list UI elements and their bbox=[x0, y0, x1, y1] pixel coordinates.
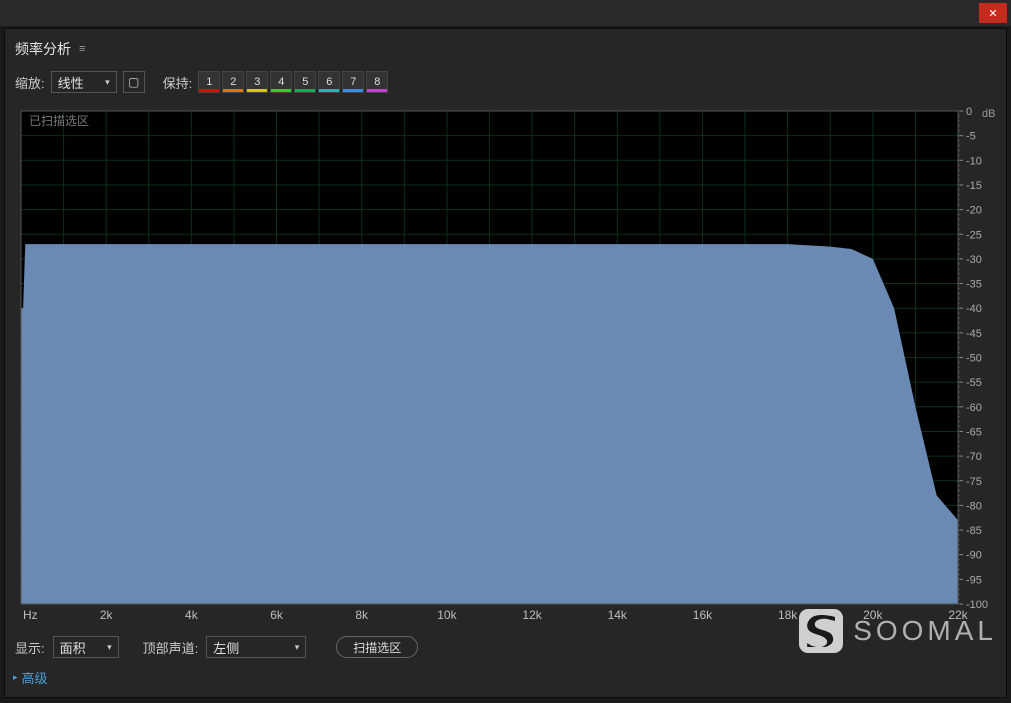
svg-text:10k: 10k bbox=[437, 608, 457, 622]
close-icon: ✕ bbox=[988, 7, 997, 20]
svg-text:-80: -80 bbox=[966, 500, 982, 512]
show-value: 面积 bbox=[60, 638, 86, 657]
frequency-analysis-panel: 频率分析 ≡ 缩放: 线性 ▾ ▢ 保持: 1 2 3 4 5 6 7 8 已扫… bbox=[4, 28, 1007, 698]
svg-text:2k: 2k bbox=[100, 608, 114, 622]
hold-button-2[interactable]: 2 bbox=[222, 71, 244, 93]
svg-text:6k: 6k bbox=[270, 608, 284, 622]
svg-text:20k: 20k bbox=[863, 608, 883, 622]
panel-header: 频率分析 ≡ bbox=[5, 29, 1006, 67]
spectrum-svg: 已扫描选区 dB 0 -5 -10 -15 -20 -25 -30 -35 -40 -45 -50 -55… bbox=[15, 105, 996, 624]
channel-label: 顶部声道: bbox=[143, 638, 199, 657]
advanced-disclosure[interactable]: ▸ 高级 bbox=[5, 664, 1006, 697]
panel-title: 频率分析 bbox=[15, 39, 71, 59]
chevron-down-icon: ▾ bbox=[107, 642, 112, 653]
svg-text:-15: -15 bbox=[966, 180, 982, 192]
svg-text:已扫描选区: 已扫描选区 bbox=[29, 114, 89, 128]
svg-text:4k: 4k bbox=[185, 608, 199, 622]
hold-button-3[interactable]: 3 bbox=[246, 71, 268, 93]
svg-text:-35: -35 bbox=[966, 279, 982, 291]
hold-button-1[interactable]: 1 bbox=[198, 71, 220, 93]
scan-button-label: 扫描选区 bbox=[353, 639, 401, 656]
svg-text:-30: -30 bbox=[966, 254, 982, 266]
show-label: 显示: bbox=[15, 638, 45, 657]
hold-button-6[interactable]: 6 bbox=[318, 71, 340, 93]
svg-text:-65: -65 bbox=[966, 426, 982, 438]
svg-text:-40: -40 bbox=[966, 303, 982, 315]
svg-text:-45: -45 bbox=[966, 328, 982, 340]
selection-icon: ▢ bbox=[128, 75, 139, 89]
show-dropdown[interactable]: 面积 ▾ bbox=[53, 636, 119, 658]
svg-text:-85: -85 bbox=[966, 525, 982, 537]
channel-value: 左侧 bbox=[213, 638, 239, 657]
hold-button-group: 1 2 3 4 5 6 7 8 bbox=[198, 71, 388, 93]
svg-text:8k: 8k bbox=[355, 608, 369, 622]
hold-button-8[interactable]: 8 bbox=[366, 71, 388, 93]
svg-text:-75: -75 bbox=[966, 476, 982, 488]
hold-button-4[interactable]: 4 bbox=[270, 71, 292, 93]
svg-text:14k: 14k bbox=[608, 608, 628, 622]
svg-text:18k: 18k bbox=[778, 608, 798, 622]
close-button[interactable]: ✕ bbox=[979, 3, 1007, 23]
svg-text:0: 0 bbox=[966, 106, 972, 118]
zoom-label: 缩放: bbox=[15, 73, 45, 92]
svg-text:-90: -90 bbox=[966, 550, 982, 562]
chevron-down-icon: ▾ bbox=[105, 77, 110, 88]
svg-text:-100: -100 bbox=[966, 599, 988, 611]
svg-text:-95: -95 bbox=[966, 574, 982, 586]
disclosure-caret-icon: ▸ bbox=[13, 672, 18, 683]
svg-text:12k: 12k bbox=[522, 608, 542, 622]
hold-button-7[interactable]: 7 bbox=[342, 71, 364, 93]
zoom-value: 线性 bbox=[58, 73, 84, 92]
svg-text:dB: dB bbox=[982, 108, 995, 120]
hold-label: 保持: bbox=[163, 73, 193, 92]
zoom-dropdown[interactable]: 线性 ▾ bbox=[51, 71, 117, 93]
advanced-label: 高级 bbox=[22, 668, 48, 687]
titlebar: ✕ bbox=[0, 0, 1011, 26]
svg-text:-60: -60 bbox=[966, 402, 982, 414]
svg-text:-25: -25 bbox=[966, 229, 982, 241]
svg-text:16k: 16k bbox=[693, 608, 713, 622]
spectrum-chart[interactable]: 已扫描选区 dB 0 -5 -10 -15 -20 -25 -30 -35 -40 -45 -50 -55… bbox=[15, 105, 996, 624]
svg-text:22k: 22k bbox=[948, 608, 968, 622]
bottom-toolbar: 显示: 面积 ▾ 顶部声道: 左侧 ▾ 扫描选区 bbox=[5, 628, 1006, 664]
channel-dropdown[interactable]: 左侧 ▾ bbox=[206, 636, 306, 658]
toolbar: 缩放: 线性 ▾ ▢ 保持: 1 2 3 4 5 6 7 8 bbox=[5, 67, 1006, 101]
selection-tool-button[interactable]: ▢ bbox=[123, 71, 145, 93]
svg-text:-55: -55 bbox=[966, 377, 982, 389]
scan-selection-button[interactable]: 扫描选区 bbox=[336, 636, 418, 658]
svg-text:-10: -10 bbox=[966, 155, 982, 167]
svg-text:-70: -70 bbox=[966, 451, 982, 463]
svg-text:-50: -50 bbox=[966, 353, 982, 365]
hold-button-5[interactable]: 5 bbox=[294, 71, 316, 93]
chevron-down-icon: ▾ bbox=[295, 642, 300, 653]
svg-text:-5: -5 bbox=[966, 131, 976, 143]
svg-text:-20: -20 bbox=[966, 205, 982, 217]
panel-menu-icon[interactable]: ≡ bbox=[79, 43, 85, 55]
svg-text:Hz: Hz bbox=[23, 608, 38, 622]
